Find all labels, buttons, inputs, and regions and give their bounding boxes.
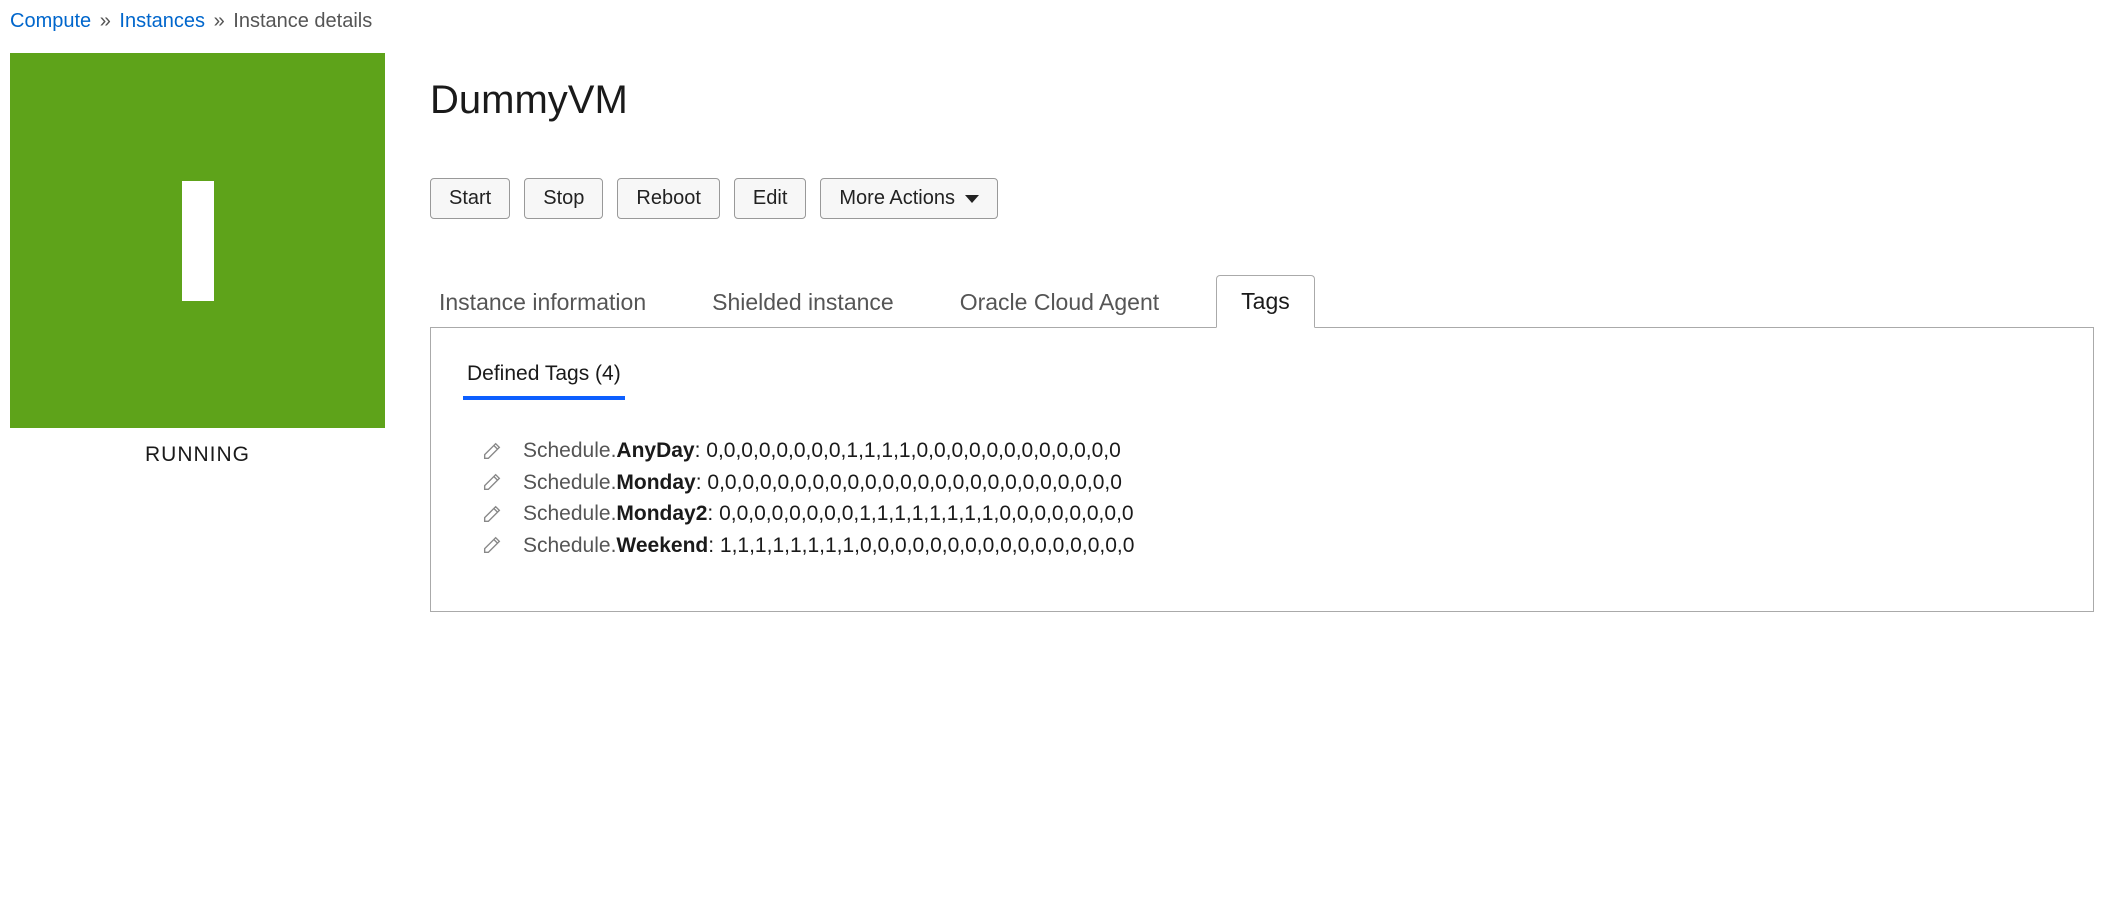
tag-text: Schedule.AnyDay: 0,0,0,0,0,0,0,0,1,1,1,1… bbox=[523, 435, 1121, 467]
tab-tags[interactable]: Tags bbox=[1216, 275, 1315, 328]
action-bar: Start Stop Reboot Edit More Actions bbox=[430, 178, 2094, 219]
tag-list: Schedule.AnyDay: 0,0,0,0,0,0,0,0,1,1,1,1… bbox=[463, 435, 2061, 561]
tag-value: 0,0,0,0,0,0,0,0,1,1,1,1,0,0,0,0,0,0,0,0,… bbox=[706, 439, 1121, 462]
tag-key: AnyDay bbox=[616, 439, 694, 462]
status-panel: RUNNING bbox=[10, 53, 385, 467]
tabs-row: Instance information Shielded instance O… bbox=[430, 274, 2094, 327]
tag-key: Weekend bbox=[616, 534, 708, 557]
stop-button[interactable]: Stop bbox=[524, 178, 603, 219]
tab-oracle-cloud-agent[interactable]: Oracle Cloud Agent bbox=[951, 276, 1168, 328]
instance-icon bbox=[182, 181, 214, 301]
tag-row: Schedule.Weekend: 1,1,1,1,1,1,1,1,0,0,0,… bbox=[481, 530, 2061, 562]
breadcrumb-separator: » bbox=[100, 10, 111, 32]
tag-row: Schedule.AnyDay: 0,0,0,0,0,0,0,0,1,1,1,1… bbox=[481, 435, 2061, 467]
pencil-icon[interactable] bbox=[481, 471, 503, 493]
pencil-icon[interactable] bbox=[481, 534, 503, 556]
page-title: DummyVM bbox=[430, 78, 2094, 123]
tag-separator: : bbox=[696, 471, 708, 494]
pencil-icon[interactable] bbox=[481, 440, 503, 462]
start-button[interactable]: Start bbox=[430, 178, 510, 219]
more-actions-label: More Actions bbox=[839, 187, 955, 210]
tag-namespace: Schedule. bbox=[523, 534, 616, 557]
tag-separator: : bbox=[707, 502, 719, 525]
tab-shielded-instance[interactable]: Shielded instance bbox=[703, 276, 903, 328]
tag-text: Schedule.Monday2: 0,0,0,0,0,0,0,0,1,1,1,… bbox=[523, 498, 1134, 530]
status-square bbox=[10, 53, 385, 428]
tag-key: Monday2 bbox=[616, 502, 707, 525]
tag-namespace: Schedule. bbox=[523, 502, 616, 525]
tag-value: 0,0,0,0,0,0,0,0,1,1,1,1,1,1,1,1,0,0,0,0,… bbox=[719, 502, 1134, 525]
tag-separator: : bbox=[695, 439, 707, 462]
tag-key: Monday bbox=[616, 471, 695, 494]
tab-instance-information[interactable]: Instance information bbox=[430, 276, 655, 328]
more-actions-button[interactable]: More Actions bbox=[820, 178, 998, 219]
pencil-icon[interactable] bbox=[481, 503, 503, 525]
breadcrumb-separator: » bbox=[214, 10, 225, 32]
tag-namespace: Schedule. bbox=[523, 471, 616, 494]
tab-content: Defined Tags (4) Schedule.AnyDay: 0,0,0,… bbox=[430, 327, 2094, 612]
breadcrumb-current: Instance details bbox=[233, 10, 372, 32]
tag-namespace: Schedule. bbox=[523, 439, 616, 462]
reboot-button[interactable]: Reboot bbox=[617, 178, 720, 219]
tag-value: 0,0,0,0,0,0,0,0,0,0,0,0,0,0,0,0,0,0,0,0,… bbox=[707, 471, 1122, 494]
breadcrumb-instances[interactable]: Instances bbox=[119, 10, 205, 32]
subtab-row: Defined Tags (4) bbox=[463, 356, 2061, 400]
tag-value: 1,1,1,1,1,1,1,1,0,0,0,0,0,0,0,0,0,0,0,0,… bbox=[720, 534, 1135, 557]
status-label: RUNNING bbox=[145, 443, 250, 467]
tag-text: Schedule.Weekend: 1,1,1,1,1,1,1,1,0,0,0,… bbox=[523, 530, 1134, 562]
tag-separator: : bbox=[708, 534, 720, 557]
tag-text: Schedule.Monday: 0,0,0,0,0,0,0,0,0,0,0,0… bbox=[523, 467, 1122, 499]
subtab-defined-tags[interactable]: Defined Tags (4) bbox=[463, 356, 625, 400]
breadcrumb-compute[interactable]: Compute bbox=[10, 10, 91, 32]
caret-down-icon bbox=[965, 195, 979, 203]
tag-row: Schedule.Monday: 0,0,0,0,0,0,0,0,0,0,0,0… bbox=[481, 467, 2061, 499]
edit-button[interactable]: Edit bbox=[734, 178, 806, 219]
breadcrumb: Compute » Instances » Instance details bbox=[10, 10, 2094, 33]
tag-row: Schedule.Monday2: 0,0,0,0,0,0,0,0,1,1,1,… bbox=[481, 498, 2061, 530]
